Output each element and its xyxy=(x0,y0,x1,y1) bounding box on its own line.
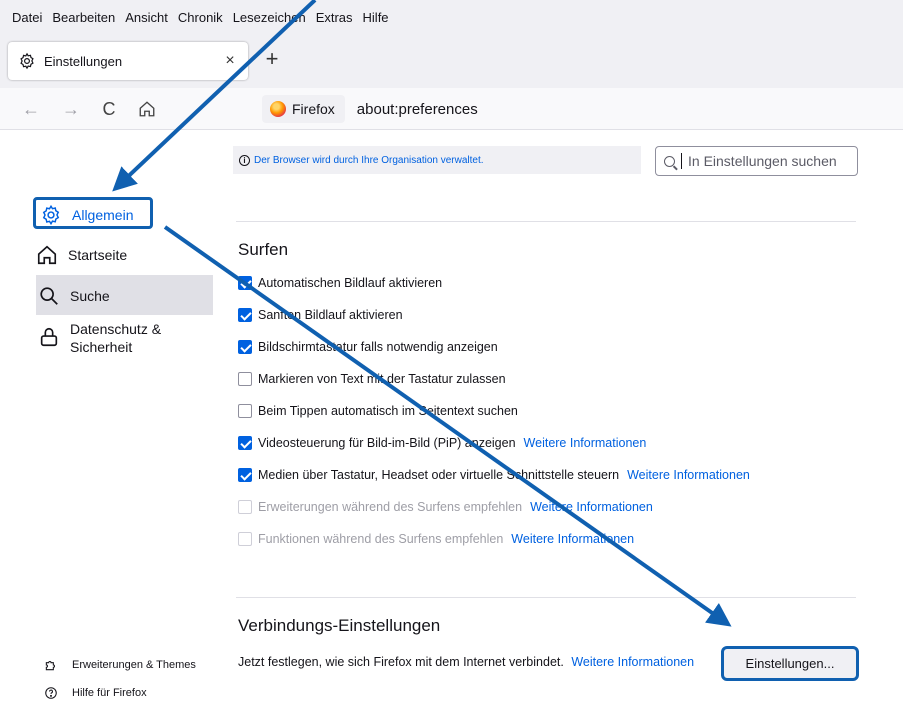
text-caret xyxy=(681,153,682,169)
menu-lesezeichen[interactable]: Lesezeichen xyxy=(233,10,306,25)
tab-einstellungen[interactable]: Einstellungen × xyxy=(8,42,248,80)
search-placeholder: In Einstellungen suchen xyxy=(688,153,837,169)
section-title-surfen: Surfen xyxy=(238,240,289,259)
sidebar-footer-label: Erweiterungen & Themes xyxy=(72,659,196,671)
divider xyxy=(236,221,856,222)
checkbox-label: Erweiterungen während des Surfens empfeh… xyxy=(258,500,523,514)
home-button[interactable] xyxy=(136,98,158,120)
managed-notice[interactable]: i Der Browser wird durch Ihre Organisati… xyxy=(233,146,641,174)
checkbox-label: Automatischen Bildlauf aktivieren xyxy=(258,276,443,290)
checkbox[interactable] xyxy=(238,340,252,354)
sidebar-item-label: Datenschutz & Sicherheit xyxy=(70,321,162,355)
sidebar-item-suche[interactable]: Suche xyxy=(36,275,213,315)
connection-more-info-link[interactable]: Weitere Informationen xyxy=(571,655,694,669)
connection-description: Jetzt festlegen, wie sich Firefox mit de… xyxy=(238,655,694,669)
tab-label: Einstellungen xyxy=(44,53,123,69)
checkbox[interactable] xyxy=(238,404,252,418)
checkbox-label: Funktionen während des Surfens empfehlen xyxy=(258,532,504,546)
navigation-bar: ← → C Firefox about:preferences xyxy=(0,88,903,130)
info-icon: i xyxy=(239,154,250,166)
url-text[interactable]: about:preferences xyxy=(357,101,478,118)
sidebar-item-datenschutz[interactable]: Datenschutz & Sicherheit xyxy=(36,320,213,356)
checkbox-row[interactable]: Automatischen Bildlauf aktivieren xyxy=(238,276,442,290)
help-icon xyxy=(45,687,57,699)
puzzle-icon xyxy=(45,661,55,671)
checkbox[interactable] xyxy=(238,308,252,322)
sidebar-item-label: Suche xyxy=(70,288,110,304)
sidebar-footer-help[interactable]: Hilfe für Firefox xyxy=(44,686,147,700)
checkbox-row: Funktionen während des Surfens empfehlen… xyxy=(238,532,634,546)
more-info-link[interactable]: Weitere Informationen xyxy=(524,436,647,450)
search-icon xyxy=(40,287,58,305)
checkbox-row[interactable]: Sanften Bildlauf aktivieren xyxy=(238,308,403,322)
sidebar-footer-label: Hilfe für Firefox xyxy=(72,687,147,699)
menu-ansicht[interactable]: Ansicht xyxy=(125,10,168,25)
connection-settings-button[interactable]: Einstellungen... xyxy=(721,646,859,681)
checkbox-label: Beim Tippen automatisch im Seitentext su… xyxy=(258,404,518,418)
more-info-link[interactable]: Weitere Informationen xyxy=(530,500,653,514)
checkbox-row[interactable]: Medien über Tastatur, Headset oder virtu… xyxy=(238,468,750,482)
more-info-link[interactable]: Weitere Informationen xyxy=(627,468,750,482)
home-icon xyxy=(139,101,155,117)
forward-button[interactable]: → xyxy=(60,98,82,120)
sidebar-item-label: Startseite xyxy=(68,247,128,263)
menu-bearbeiten[interactable]: Bearbeiten xyxy=(52,10,115,25)
divider xyxy=(236,597,856,598)
sidebar-footer-extensions[interactable]: Erweiterungen & Themes xyxy=(44,658,196,672)
checkbox-label: Videosteuerung für Bild-im-Bild (PiP) an… xyxy=(258,436,516,450)
checkbox[interactable] xyxy=(238,372,252,386)
sidebar-item-startseite[interactable]: Startseite xyxy=(36,244,213,266)
checkbox-row[interactable]: Markieren von Text mit der Tastatur zula… xyxy=(238,372,506,386)
menu-hilfe[interactable]: Hilfe xyxy=(363,10,389,25)
menu-datei[interactable]: Datei xyxy=(12,10,42,25)
home-icon xyxy=(37,245,57,265)
checkbox-row[interactable]: Beim Tippen automatisch im Seitentext su… xyxy=(238,404,518,418)
checkbox-row: Erweiterungen während des Surfens empfeh… xyxy=(238,500,653,514)
firefox-logo-icon xyxy=(270,101,286,117)
checkbox[interactable] xyxy=(238,436,252,450)
checkbox-label: Markieren von Text mit der Tastatur zula… xyxy=(258,372,506,386)
connection-text: Jetzt festlegen, wie sich Firefox mit de… xyxy=(238,655,564,669)
settings-search-input[interactable]: In Einstellungen suchen xyxy=(655,146,858,176)
checkbox-label: Sanften Bildlauf aktivieren xyxy=(258,308,403,322)
managed-notice-text: Der Browser wird durch Ihre Organisation… xyxy=(254,154,484,166)
search-icon xyxy=(664,155,675,167)
checkbox-row[interactable]: Bildschirmtastatur falls notwendig anzei… xyxy=(238,340,498,354)
identity-label: Firefox xyxy=(292,101,335,117)
menu-extras[interactable]: Extras xyxy=(316,10,353,25)
url-bar[interactable]: Firefox about:preferences xyxy=(262,94,903,124)
checkbox xyxy=(238,532,252,546)
section-title-verbindung: Verbindungs-Einstellungen xyxy=(238,616,441,635)
menu-chronik[interactable]: Chronik xyxy=(178,10,223,25)
tab-bar: Einstellungen × + xyxy=(0,34,903,88)
identity-box[interactable]: Firefox xyxy=(262,95,345,123)
checkbox-label: Medien über Tastatur, Headset oder virtu… xyxy=(258,468,620,482)
new-tab-button[interactable]: + xyxy=(260,48,284,72)
more-info-link[interactable]: Weitere Informationen xyxy=(511,532,634,546)
checkbox xyxy=(238,500,252,514)
reload-button[interactable]: C xyxy=(98,98,120,120)
gear-icon xyxy=(20,52,34,70)
back-button[interactable]: ← xyxy=(20,98,42,120)
menu-bar: Datei Bearbeiten Ansicht Chronik Lesezei… xyxy=(0,0,903,34)
checkbox[interactable] xyxy=(238,276,252,290)
annotation-highlight-allgemein xyxy=(33,197,153,229)
checkbox-row[interactable]: Videosteuerung für Bild-im-Bild (PiP) an… xyxy=(238,436,646,450)
close-icon[interactable]: × xyxy=(222,52,238,70)
checkbox[interactable] xyxy=(238,468,252,482)
checkbox-label: Bildschirmtastatur falls notwendig anzei… xyxy=(258,340,498,354)
lock-icon xyxy=(40,327,58,347)
